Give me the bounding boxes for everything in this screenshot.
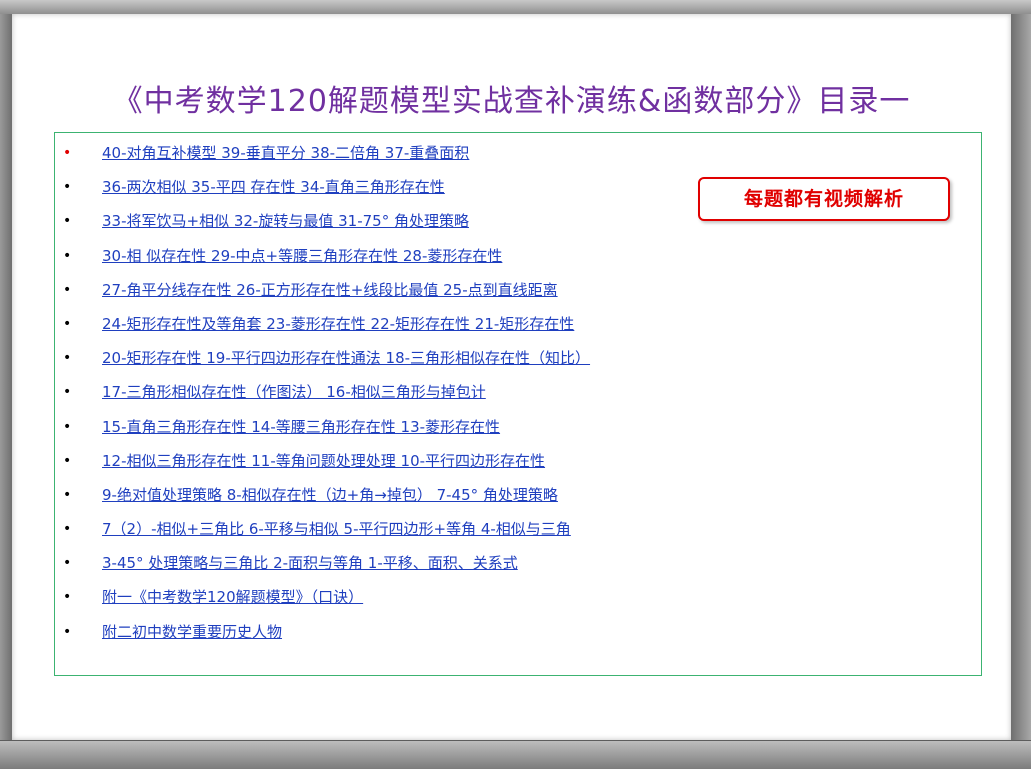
toc-link-1[interactable]: 40-对角互补模型 39-垂直平分 38-二倍角 37-重叠面积 xyxy=(102,144,469,162)
toc-link-3[interactable]: 33-将军饮马+相似 32-旋转与最值 31-75° 角处理策略 xyxy=(102,212,469,230)
bullet-marker: • xyxy=(63,555,72,572)
toc-item-10: • 12-相似三角形存在性 11-等角问题处理处理 10-平行四边形存在性 xyxy=(55,451,981,485)
toc-item-11: • 9-绝对值处理策略 8-相似存在性（边+角→掉包） 7-45° 角处理策略 xyxy=(55,485,981,519)
toc-item-9: • 15-直角三角形存在性 14-等腰三角形存在性 13-菱形存在性 xyxy=(55,417,981,451)
toc-link-4[interactable]: 30-相 似存在性 29-中点+等腰三角形存在性 28-菱形存在性 xyxy=(102,247,502,265)
toc-link-10[interactable]: 12-相似三角形存在性 11-等角问题处理处理 10-平行四边形存在性 xyxy=(102,452,545,470)
bullet-marker: • xyxy=(63,281,72,298)
frame-top-edge xyxy=(0,0,1031,15)
toc-link-8[interactable]: 17-三角形相似存在性（作图法） 16-相似三角形与掉包计 xyxy=(102,383,486,401)
page-title: 《中考数学120解题模型实战查补演练&函数部分》目录一 xyxy=(112,84,911,119)
toc-link-6[interactable]: 24-矩形存在性及等角套 23-菱形存在性 22-矩形存在性 21-矩形存在性 xyxy=(102,315,574,333)
bullet-marker: • xyxy=(63,179,72,196)
bullet-marker: • xyxy=(63,418,72,435)
toc-item-5: • 27-角平分线存在性 26-正方形存在性+线段比最值 25-点到直线距离 xyxy=(55,280,981,314)
bullet-marker: • xyxy=(63,452,72,469)
video-analysis-badge: 每题都有视频解析 xyxy=(698,177,950,221)
toc-link-11[interactable]: 9-绝对值处理策略 8-相似存在性（边+角→掉包） 7-45° 角处理策略 xyxy=(102,486,558,504)
bullet-marker: • xyxy=(63,213,72,230)
frame-bottom-tray xyxy=(0,740,1031,769)
toc-item-15: • 附二初中数学重要历史人物 xyxy=(55,622,981,656)
toc-link-5[interactable]: 27-角平分线存在性 26-正方形存在性+线段比最值 25-点到直线距离 xyxy=(102,281,558,299)
bullet-marker: • xyxy=(63,589,72,606)
bullet-marker: • xyxy=(63,247,72,264)
toc-link-15[interactable]: 附二初中数学重要历史人物 xyxy=(102,623,282,641)
toc-item-12: • 7（2）-相似+三角比 6-平移与相似 5-平行四边形+等角 4-相似与三角 xyxy=(55,519,981,553)
toc-item-14: • 附一《中考数学120解题模型》（口诀） xyxy=(55,587,981,621)
bullet-marker: • xyxy=(63,350,72,367)
toc-item-4: • 30-相 似存在性 29-中点+等腰三角形存在性 28-菱形存在性 xyxy=(55,246,981,280)
bullet-marker: • xyxy=(63,315,72,332)
bullet-marker: • xyxy=(63,384,72,401)
toc-item-13: • 3-45° 处理策略与三角比 2-面积与等角 1-平移、面积、关系式 xyxy=(55,553,981,587)
frame-right-edge xyxy=(1011,14,1031,740)
bullet-marker: • xyxy=(63,145,72,161)
toc-link-7[interactable]: 20-矩形存在性 19-平行四边形存在性通法 18-三角形相似存在性（知比） xyxy=(102,349,590,367)
bullet-marker: • xyxy=(63,623,72,640)
frame-left-edge xyxy=(0,14,12,740)
slide-board: 《中考数学120解题模型实战查补演练&函数部分》目录一 • 40-对角互补模型 … xyxy=(12,14,1011,740)
toc-link-13[interactable]: 3-45° 处理策略与三角比 2-面积与等角 1-平移、面积、关系式 xyxy=(102,554,518,572)
toc-item-8: • 17-三角形相似存在性（作图法） 16-相似三角形与掉包计 xyxy=(55,382,981,416)
bullet-marker: • xyxy=(63,521,72,538)
toc-link-9[interactable]: 15-直角三角形存在性 14-等腰三角形存在性 13-菱形存在性 xyxy=(102,418,500,436)
toc-link-12[interactable]: 7（2）-相似+三角比 6-平移与相似 5-平行四边形+等角 4-相似与三角 xyxy=(102,520,571,538)
toc-item-7: • 20-矩形存在性 19-平行四边形存在性通法 18-三角形相似存在性（知比） xyxy=(55,348,981,382)
toc-link-14[interactable]: 附一《中考数学120解题模型》（口诀） xyxy=(102,588,363,606)
toc-item-1: • 40-对角互补模型 39-垂直平分 38-二倍角 37-重叠面积 xyxy=(55,143,981,177)
toc-item-6: • 24-矩形存在性及等角套 23-菱形存在性 22-矩形存在性 21-矩形存在… xyxy=(55,314,981,348)
whiteboard-frame: 《中考数学120解题模型实战查补演练&函数部分》目录一 • 40-对角互补模型 … xyxy=(0,0,1031,769)
toc-link-2[interactable]: 36-两次相似 35-平四 存在性 34-直角三角形存在性 xyxy=(102,178,445,196)
bullet-marker: • xyxy=(63,486,72,503)
